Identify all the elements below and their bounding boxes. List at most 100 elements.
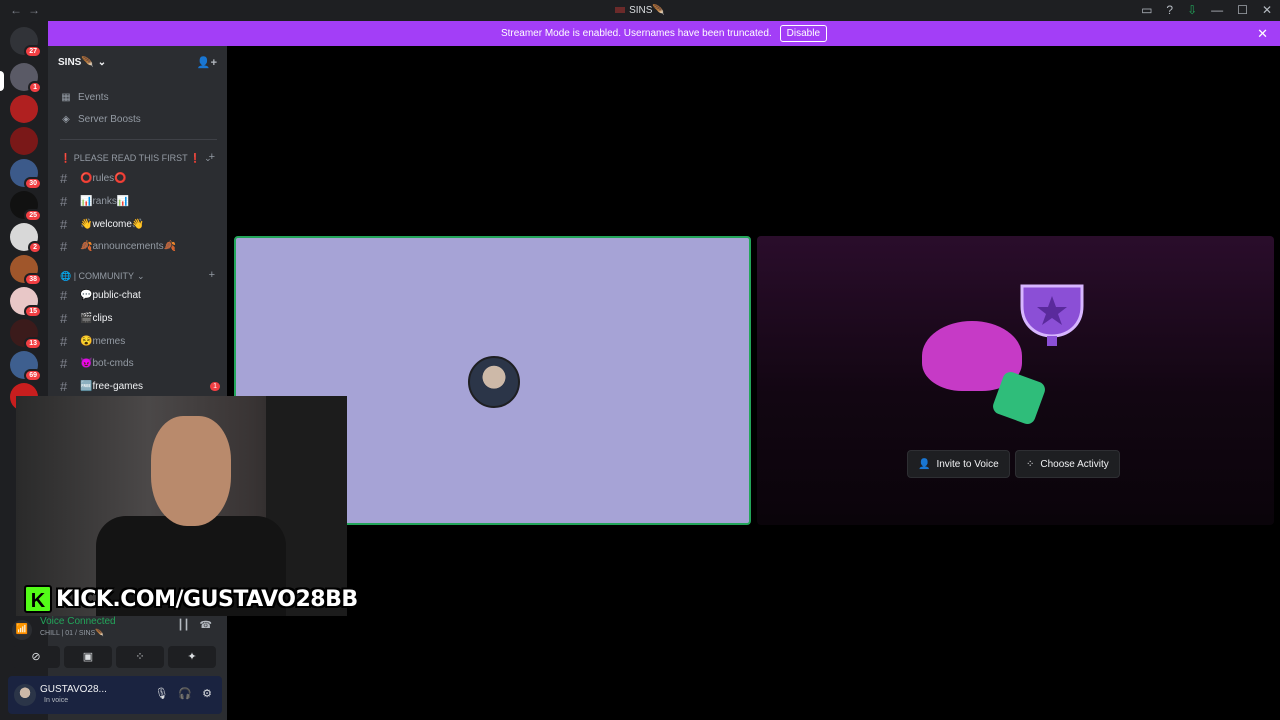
mention-badge: 1 — [210, 382, 220, 391]
voice-channel[interactable]: CHILL | 01 / SINS🪶 — [40, 629, 104, 637]
badge: 2 — [28, 241, 42, 254]
events-item[interactable]: ▦ Events — [60, 92, 109, 103]
channel-rules[interactable]: # ⭕rules⭕ — [60, 171, 220, 186]
hash-icon: # — [60, 171, 68, 186]
channel-free-games[interactable]: # 🆓free-games 1 — [60, 379, 220, 394]
server-icon[interactable]: 1 — [10, 63, 42, 94]
server-icon[interactable]: 38 — [10, 255, 42, 286]
minimize-button[interactable]: — — [1211, 3, 1223, 17]
signal-icon[interactable]: 📶 — [12, 620, 32, 640]
invite-label: Invite to Voice — [936, 458, 999, 470]
category-name: ❗ PLEASE READ THIS FIRST ❗ — [60, 153, 202, 163]
invite-to-voice-button[interactable]: 👤 Invite to Voice — [907, 450, 1010, 478]
voice-connected-panel: 📶 Voice Connected CHILL | 01 / SINS🪶 ┃┃ … — [10, 614, 218, 646]
close-window-button[interactable]: ✕ — [1262, 3, 1272, 17]
add-channel-icon[interactable]: + — [209, 151, 215, 163]
trophy-illustration — [1020, 284, 1084, 346]
kick-logo-icon: K — [24, 585, 52, 613]
kick-watermark: K KICK.COM/GUSTAVO28BB — [24, 584, 358, 614]
server-icon[interactable]: 13 — [10, 319, 42, 350]
gear-icon[interactable]: ⚙ — [202, 687, 212, 700]
banner-close-icon[interactable]: ✕ — [1257, 26, 1268, 42]
username[interactable]: GUSTAVO28... — [40, 684, 107, 695]
badge: 1 — [28, 81, 42, 94]
chevron-down-icon: ⌄ — [97, 56, 107, 68]
channel-welcome[interactable]: # 👋welcome👋 — [60, 217, 220, 232]
camera-off-button[interactable]: ⊘ — [12, 646, 60, 668]
hash-icon: # — [60, 217, 68, 232]
category-name: 🌐 | COMMUNITY — [60, 271, 135, 281]
channel-bot-cmds[interactable]: # 😈bot-cmds — [60, 356, 220, 371]
selected-pill — [0, 71, 4, 91]
activities-button[interactable]: ⁘ — [116, 646, 164, 668]
add-user-icon: 👤 — [918, 458, 931, 470]
add-channel-icon[interactable]: + — [209, 269, 215, 281]
divider — [60, 139, 217, 140]
screen-share-button[interactable]: ▣ — [64, 646, 112, 668]
window-title: SINS🪶 — [0, 5, 1280, 16]
channel-ranks[interactable]: # 📊ranks📊 — [60, 194, 220, 209]
headphones-icon[interactable]: 🎧 — [178, 687, 192, 700]
server-header[interactable]: SINS🪶 ⌄ 👤+ — [48, 46, 227, 78]
hash-icon: # — [60, 194, 68, 209]
badge: 25 — [24, 209, 42, 222]
download-icon[interactable]: ⇩ — [1187, 3, 1197, 17]
badge: 15 — [24, 305, 42, 318]
user-panel: GUSTAVO28... In voice 🎙 🎧 ⚙ — [8, 676, 222, 714]
rocket-icon: ⁘ — [1026, 458, 1035, 470]
badge: 13 — [24, 337, 42, 350]
boosts-label: Server Boosts — [78, 114, 141, 125]
noise-suppression-icon[interactable]: ┃┃ — [177, 620, 189, 631]
channel-public-chat[interactable]: # 💬public-chat — [60, 288, 220, 303]
window-controls: ▭ ? ⇩ — ☐ ✕ — [1141, 3, 1272, 17]
choose-activity-button[interactable]: ⁘ Choose Activity — [1015, 450, 1120, 478]
badge: 30 — [24, 177, 42, 190]
disconnect-icon[interactable]: ☎ — [200, 620, 212, 631]
channel-label: 📊ranks📊 — [80, 196, 130, 207]
user-controls: 🎙 🎧 ⚙ — [154, 687, 212, 700]
help-icon[interactable]: ? — [1166, 3, 1173, 17]
streamer-face — [151, 416, 231, 526]
server-icon[interactable]: 69 — [10, 351, 42, 382]
channel-clips[interactable]: # 🎬clips — [60, 311, 220, 326]
server-icon[interactable]: 15 — [10, 287, 42, 318]
disable-streamer-button[interactable]: Disable — [779, 25, 828, 42]
kick-url: KICK.COM/GUSTAVO28BB — [56, 586, 358, 612]
channel-memes[interactable]: # 😵memes — [60, 334, 220, 349]
choose-label: Choose Activity — [1040, 458, 1109, 470]
channel-label: 😈bot-cmds — [80, 358, 134, 369]
boost-icon: ◈ — [62, 114, 70, 125]
voice-status[interactable]: Voice Connected — [40, 616, 116, 627]
inbox-icon[interactable]: ▭ — [1141, 3, 1152, 17]
server-icon[interactable]: 30 — [10, 159, 42, 190]
home-button[interactable]: 27 — [10, 27, 42, 58]
events-label: Events — [78, 92, 109, 103]
hash-icon: # — [60, 334, 68, 349]
maximize-button[interactable]: ☐ — [1237, 3, 1248, 17]
badge: 27 — [24, 45, 42, 58]
hash-icon: # — [60, 311, 68, 326]
soundboard-button[interactable]: ✦ — [168, 646, 216, 668]
channel-label: 🍂announcements🍂 — [80, 241, 177, 252]
add-user-icon[interactable]: 👤+ — [197, 56, 217, 69]
server-icon[interactable] — [10, 95, 38, 123]
avatar[interactable] — [14, 684, 36, 706]
channel-announcements[interactable]: # 🍂announcements🍂 — [60, 239, 220, 254]
category-header[interactable]: 🌐 | COMMUNITY ⌄ — [60, 271, 145, 282]
server-tag-icon — [615, 7, 626, 14]
server-icon[interactable]: 2 — [10, 223, 42, 254]
badge: 38 — [24, 273, 42, 286]
voice-actions: ⊘ ▣ ⁘ ✦ — [12, 646, 216, 668]
channel-label: 🎬clips — [80, 313, 113, 324]
microphone-icon[interactable]: 🎙 — [154, 687, 168, 700]
server-boosts-item[interactable]: ◈ Server Boosts — [60, 114, 141, 125]
user-status: In voice — [44, 697, 69, 704]
channel-label: 💬public-chat — [80, 290, 141, 301]
channel-label: 🆓free-games — [80, 381, 144, 392]
server-icon[interactable] — [10, 127, 38, 155]
channel-label: 😵memes — [80, 336, 126, 347]
streamer-mode-banner: Streamer Mode is enabled. Usernames have… — [48, 21, 1280, 46]
category-header[interactable]: ❗ PLEASE READ THIS FIRST ❗ ⌄ — [60, 153, 212, 164]
server-icon[interactable]: 25 — [10, 191, 42, 222]
participant-avatar — [468, 356, 520, 408]
